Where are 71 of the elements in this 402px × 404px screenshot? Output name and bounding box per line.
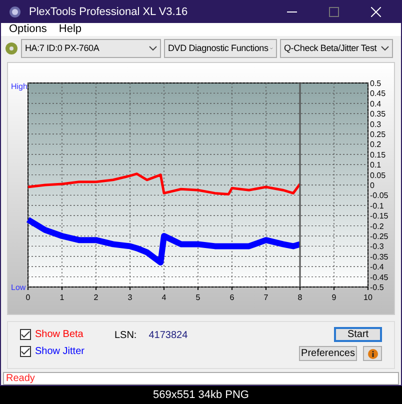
menu-item[interactable]: Help [58, 21, 82, 38]
x-tick-label: 2 [94, 293, 99, 302]
menu-item[interactable]: Options [9, 21, 47, 38]
y-axis-label: -0.35 [370, 252, 388, 262]
start-button[interactable]: Start [334, 327, 382, 342]
app-logo-icon [9, 6, 21, 18]
status-text: Ready [6, 374, 35, 384]
y-axis-label: -0.4 [370, 262, 384, 272]
checkbox-label[interactable]: Show Beta [35, 327, 84, 342]
x-axis-tick: 1 [60, 286, 64, 302]
x-tick-label: 4 [162, 293, 167, 302]
low-label: Low [11, 283, 26, 292]
lsn-value: 4173824 [148, 329, 188, 344]
close-icon[interactable] [371, 6, 381, 17]
x-axis-tick: 10 [364, 286, 372, 302]
x-axis-tick: 7 [264, 286, 268, 302]
x-tick-label: 0 [26, 293, 31, 302]
x-axis-tick: 3 [128, 286, 132, 302]
y-axis-label: 0.35 [370, 110, 386, 119]
x-axis-tick: 8 [298, 286, 302, 302]
high-label: High [11, 82, 28, 92]
checkbox-label[interactable]: Show Jitter [35, 344, 84, 360]
y-axis-label: 0.1 [370, 160, 382, 170]
chevron-icon [381, 46, 389, 51]
x-tick-label: 1 [60, 293, 65, 302]
y-axis-label: 0 [370, 181, 374, 190]
x-tick-label: 10 [364, 293, 373, 302]
window-title: PlexTools Professional XL V3.16 [29, 4, 189, 20]
x-axis-tick: 0 [26, 286, 30, 302]
x-axis-tick: 2 [94, 286, 98, 302]
maximize-icon[interactable] [329, 6, 339, 17]
checkbox[interactable] [20, 346, 31, 358]
x-axis-tick: 4 [162, 286, 166, 302]
y-axis-label: -0.15 [370, 212, 388, 221]
info-icon [368, 348, 378, 359]
x-axis-tick: 9 [332, 286, 336, 302]
y-axis-label: -0.5 [370, 283, 384, 292]
checkbox[interactable] [20, 329, 31, 340]
y-axis-label: -0.25 [370, 232, 388, 242]
image-caption: 569x551 34kb PNG [152, 388, 249, 403]
y-axis-label: 0.2 [370, 140, 382, 150]
y-axis-label: -0.1 [370, 202, 384, 211]
y-axis-label: 0.25 [370, 130, 386, 140]
y-axis-label: -0.05 [370, 191, 388, 200]
info-button[interactable] [363, 346, 382, 362]
checkmark-icon [21, 348, 30, 356]
y-axis-label: 0.5 [370, 79, 382, 88]
y-axis-label: -0.2 [370, 222, 384, 231]
x-tick-label: 9 [332, 293, 337, 302]
y-axis-label: -0.45 [370, 272, 388, 282]
drive-select[interactable]: HA:7 ID:0 PX-760A [21, 38, 161, 58]
y-axis-label: 0.3 [370, 120, 382, 129]
preferences-button[interactable]: Preferences [299, 346, 357, 362]
x-tick-label: 3 [128, 293, 133, 302]
function-select[interactable]: DVD Diagnostic Functions [164, 38, 277, 58]
disc-icon [5, 42, 18, 55]
y-axis-label: 0.4 [370, 100, 382, 109]
x-tick-label: 7 [264, 293, 269, 302]
y-axis-label: 0.05 [370, 170, 386, 180]
checkmark-icon [21, 331, 30, 338]
x-tick-label: 6 [230, 293, 235, 302]
x-tick-label: 8 [298, 293, 303, 302]
y-axis-label: 0.15 [370, 150, 386, 160]
y-axis-label: 0.45 [370, 89, 386, 98]
x-tick-label: 5 [196, 293, 201, 302]
y-axis-label: -0.3 [370, 242, 384, 252]
chevron-icon [149, 46, 157, 51]
x-axis-tick: 5 [196, 286, 200, 302]
lsn-label: LSN: [114, 329, 137, 344]
test-select[interactable]: Q-Check Beta/Jitter Test [280, 38, 393, 58]
x-axis-tick: 6 [230, 286, 234, 302]
